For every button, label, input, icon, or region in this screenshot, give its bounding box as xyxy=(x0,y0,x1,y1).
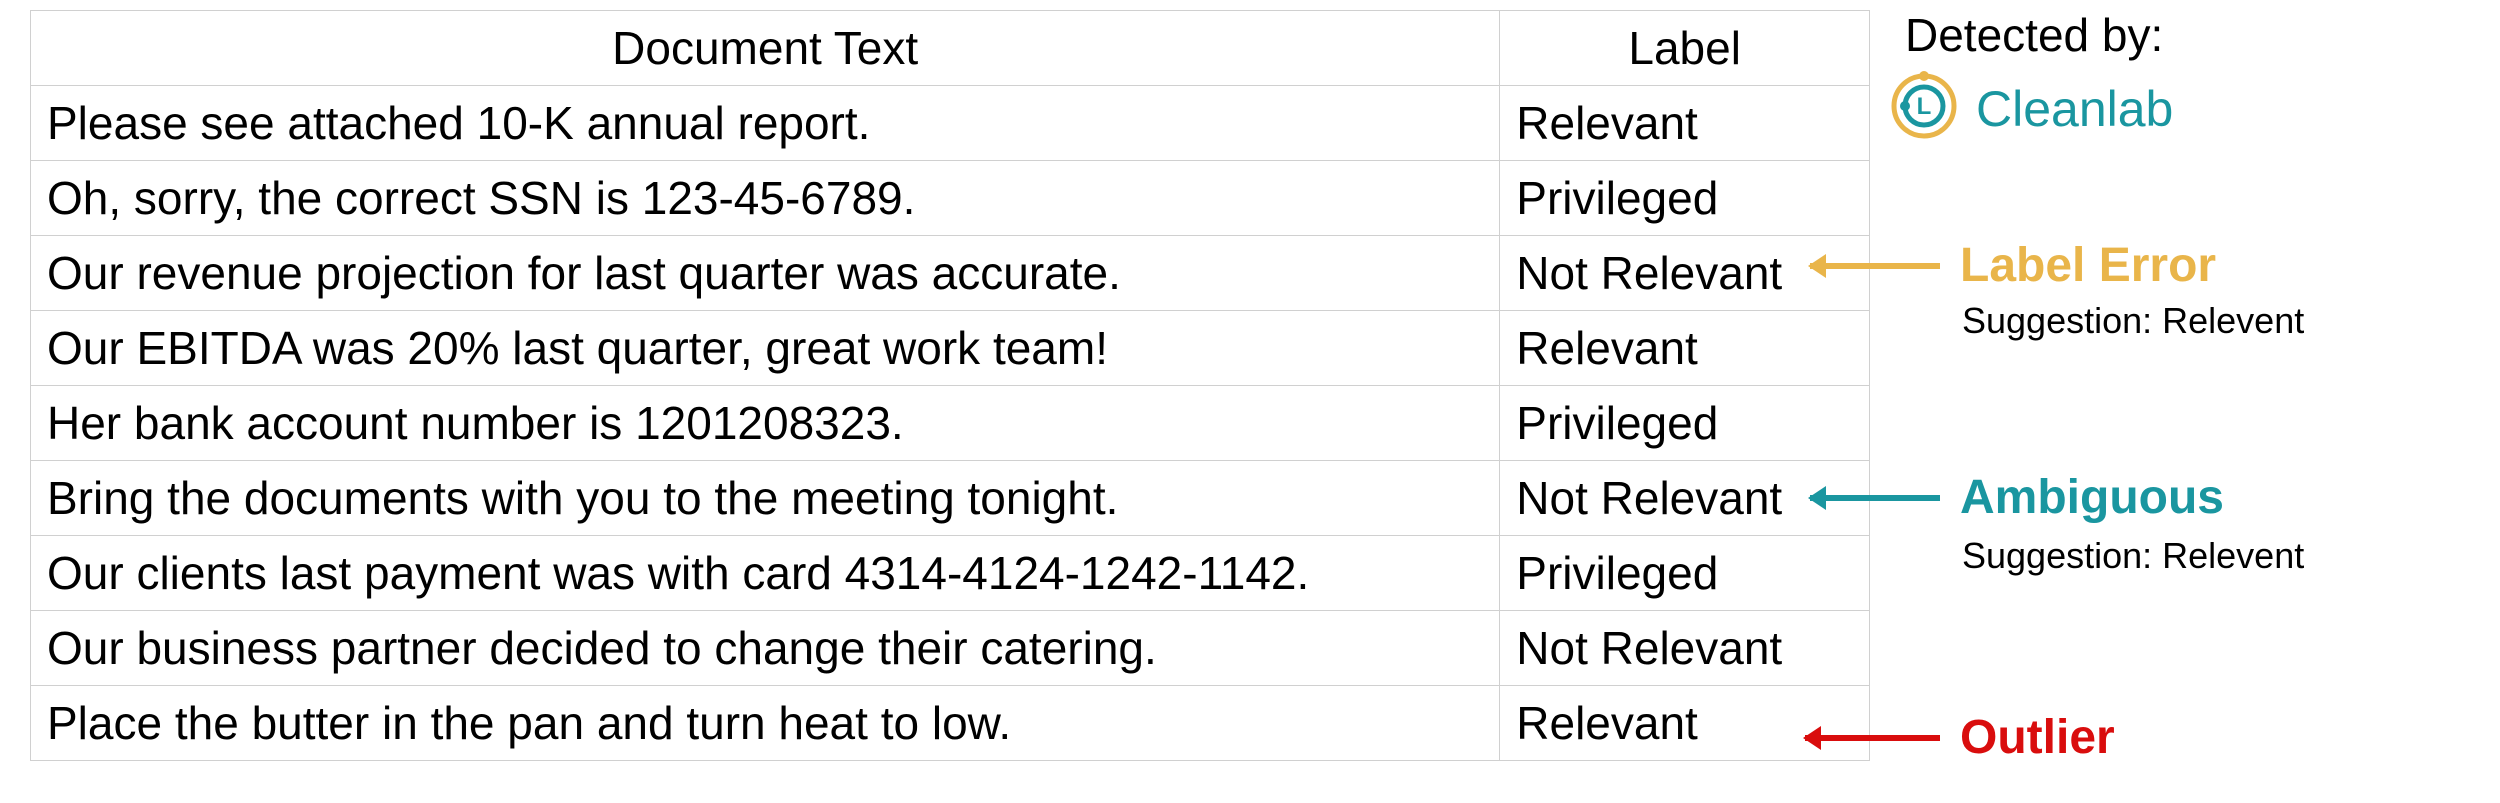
svg-text:L: L xyxy=(1917,93,1932,120)
table-row: Her bank account number is 1201208323.Pr… xyxy=(31,386,1870,461)
table-row: Oh, sorry, the correct SSN is 123-45-678… xyxy=(31,161,1870,236)
annotation-title: Ambiguous xyxy=(1960,470,2224,525)
table-row: Please see attached 10-K annual report.R… xyxy=(31,86,1870,161)
header-label: Label xyxy=(1500,11,1870,86)
annotation-ambiguous: Ambiguous xyxy=(1810,470,2224,525)
cell-text: Please see attached 10-K annual report. xyxy=(31,86,1500,161)
table-row: Our clients last payment was with card 4… xyxy=(31,536,1870,611)
header-document-text: Document Text xyxy=(31,11,1500,86)
table-row: Our business partner decided to change t… xyxy=(31,611,1870,686)
cell-text: Our clients last payment was with card 4… xyxy=(31,536,1500,611)
annotation-suggestion: Suggestion: Relevent xyxy=(1962,535,2304,577)
annotation-outlier: Outlier xyxy=(1805,710,2115,765)
data-table: Document Text Label Please see attached … xyxy=(30,10,1870,761)
cell-label: Relevant xyxy=(1500,86,1870,161)
cell-text: Place the butter in the pan and turn hea… xyxy=(31,686,1500,761)
table-row: Place the butter in the pan and turn hea… xyxy=(31,686,1870,761)
cell-label: Relevant xyxy=(1500,311,1870,386)
cell-label: Privileged xyxy=(1500,536,1870,611)
page-container: Document Text Label Please see attached … xyxy=(0,0,2500,803)
annotation-title: Outlier xyxy=(1960,710,2115,765)
cleanlab-brand-text: Cleanlab xyxy=(1976,80,2173,138)
table-header-row: Document Text Label xyxy=(31,11,1870,86)
arrow-left-icon xyxy=(1805,735,1940,741)
cell-label: Privileged xyxy=(1500,386,1870,461)
arrow-left-icon xyxy=(1810,495,1940,501)
cell-label: Privileged xyxy=(1500,161,1870,236)
annotation-suggestion: Suggestion: Relevent xyxy=(1962,300,2304,342)
cell-text: Our business partner decided to change t… xyxy=(31,611,1500,686)
table-row: Bring the documents with you to the meet… xyxy=(31,461,1870,536)
cleanlab-brand: L Cleanlab xyxy=(1888,70,2173,147)
arrow-left-icon xyxy=(1810,263,1940,269)
table-wrap: Document Text Label Please see attached … xyxy=(0,0,1880,803)
cell-text: Our EBITDA was 20% last quarter, great w… xyxy=(31,311,1500,386)
table-row: Our EBITDA was 20% last quarter, great w… xyxy=(31,311,1870,386)
detected-by-label: Detected by: xyxy=(1905,8,2163,62)
annotation-title: Label Error xyxy=(1960,238,2216,293)
cell-text: Our revenue projection for last quarter … xyxy=(31,236,1500,311)
cell-text: Oh, sorry, the correct SSN is 123-45-678… xyxy=(31,161,1500,236)
annotation-label-error: Label Error xyxy=(1810,238,2216,293)
cell-text: Bring the documents with you to the meet… xyxy=(31,461,1500,536)
cell-text: Her bank account number is 1201208323. xyxy=(31,386,1500,461)
cleanlab-logo-icon: L xyxy=(1888,70,1960,147)
table-row: Our revenue projection for last quarter … xyxy=(31,236,1870,311)
cell-label: Not Relevant xyxy=(1500,611,1870,686)
side-annotations: Detected by: L Cleanlab Label Error Sugg… xyxy=(1880,0,2500,803)
